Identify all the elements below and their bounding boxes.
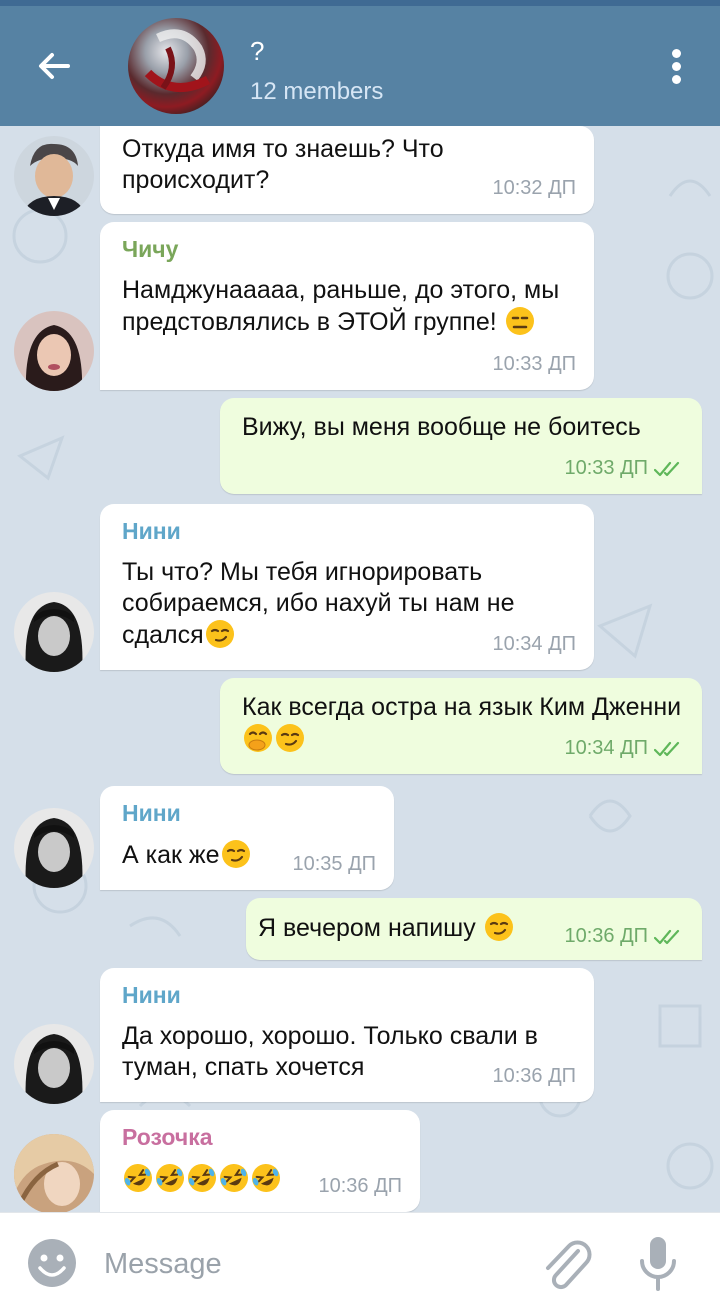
message-time: 10:33 ДП [564, 457, 684, 480]
message-bubble[interactable]: Нини Ты что? Мы тебя игнорировать собира… [100, 504, 594, 670]
member-count[interactable]: 12 members [250, 78, 383, 106]
message-composer [0, 1212, 720, 1316]
chat-header: ? 12 members [0, 6, 720, 126]
smirk-emoji-icon [275, 723, 305, 753]
message-time: 10:32 ДП [492, 177, 576, 199]
message-time: 10:34 ДП [564, 737, 684, 760]
hand-over-mouth-emoji-icon [243, 723, 273, 753]
outgoing-message-bubble[interactable]: Вижу, вы меня вообще не боитесь 10:33 ДП [220, 398, 702, 494]
smirk-emoji-icon [221, 839, 251, 869]
avatar-namjoon[interactable] [14, 136, 94, 216]
chat-title[interactable]: ? [250, 36, 264, 67]
arrow-left-icon [39, 53, 70, 79]
sender-name: Нини [122, 518, 181, 544]
paperclip-icon [546, 1240, 592, 1290]
rofl-emoji-icon [251, 1163, 281, 1193]
outgoing-message-bubble[interactable]: Я вечером напишу 10:36 ДП [246, 898, 702, 960]
message-text: Намджунааааа, раньше, до этого, мы предс… [122, 276, 560, 336]
avatar-nini[interactable] [14, 808, 94, 888]
microphone-button[interactable] [636, 1235, 680, 1295]
sender-name: Нини [122, 800, 181, 826]
message-time: 10:34 ДП [492, 633, 576, 655]
sender-name: Розочка [122, 1124, 213, 1150]
back-button[interactable] [30, 46, 78, 86]
more-vertical-icon [664, 49, 688, 84]
emoji-button[interactable] [24, 1235, 80, 1291]
smirk-emoji-icon [205, 619, 235, 649]
message-time: 10:35 ДП [292, 853, 376, 875]
avatar-chichu[interactable] [14, 311, 94, 391]
group-avatar[interactable] [128, 18, 224, 114]
avatar-nini[interactable] [14, 592, 94, 672]
microphone-icon [640, 1237, 676, 1291]
attach-button[interactable] [538, 1235, 594, 1295]
sender-name: Нини [122, 982, 181, 1008]
message-time: 10:36 ДП [318, 1175, 402, 1197]
rofl-emoji-icon [219, 1163, 249, 1193]
message-input[interactable] [104, 1237, 504, 1291]
rofl-emoji-icon [187, 1163, 217, 1193]
message-bubble[interactable]: Чичу Намджунааааа, раньше, до этого, мы … [100, 222, 594, 390]
smirk-emoji-icon [484, 912, 514, 942]
sender-name: Чичу [122, 236, 179, 262]
double-check-icon [654, 461, 680, 476]
message-bubble[interactable]: Откуда имя то знаешь? Что происходит? 10… [100, 126, 594, 214]
message-time: 10:33 ДП [492, 353, 576, 375]
message-text: Вижу, вы меня вообще не боитесь [242, 413, 641, 441]
message-time: 10:36 ДП [492, 1065, 576, 1087]
more-menu-button[interactable] [664, 46, 688, 90]
avatar-rosochka[interactable] [14, 1134, 94, 1212]
double-check-icon [654, 929, 680, 944]
outgoing-message-bubble[interactable]: Как всегда остра на язык Ким Дженни 10:3… [220, 678, 702, 774]
rofl-emoji-icon [123, 1163, 153, 1193]
smile-icon [28, 1239, 76, 1287]
message-bubble[interactable]: Нини Да хорошо, хорошо. Только свали в т… [100, 968, 594, 1102]
message-bubble[interactable]: Нини А как же 10:35 ДП [100, 786, 394, 890]
expressionless-emoji-icon [505, 306, 535, 336]
message-bubble[interactable]: Розочка 10:36 ДП [100, 1110, 420, 1212]
message-time: 10:36 ДП [564, 925, 684, 948]
avatar-nini[interactable] [14, 1024, 94, 1104]
message-list[interactable]: Откуда имя то знаешь? Что происходит? 10… [0, 126, 720, 1212]
rofl-emoji-icon [155, 1163, 185, 1193]
double-check-icon [654, 741, 680, 756]
